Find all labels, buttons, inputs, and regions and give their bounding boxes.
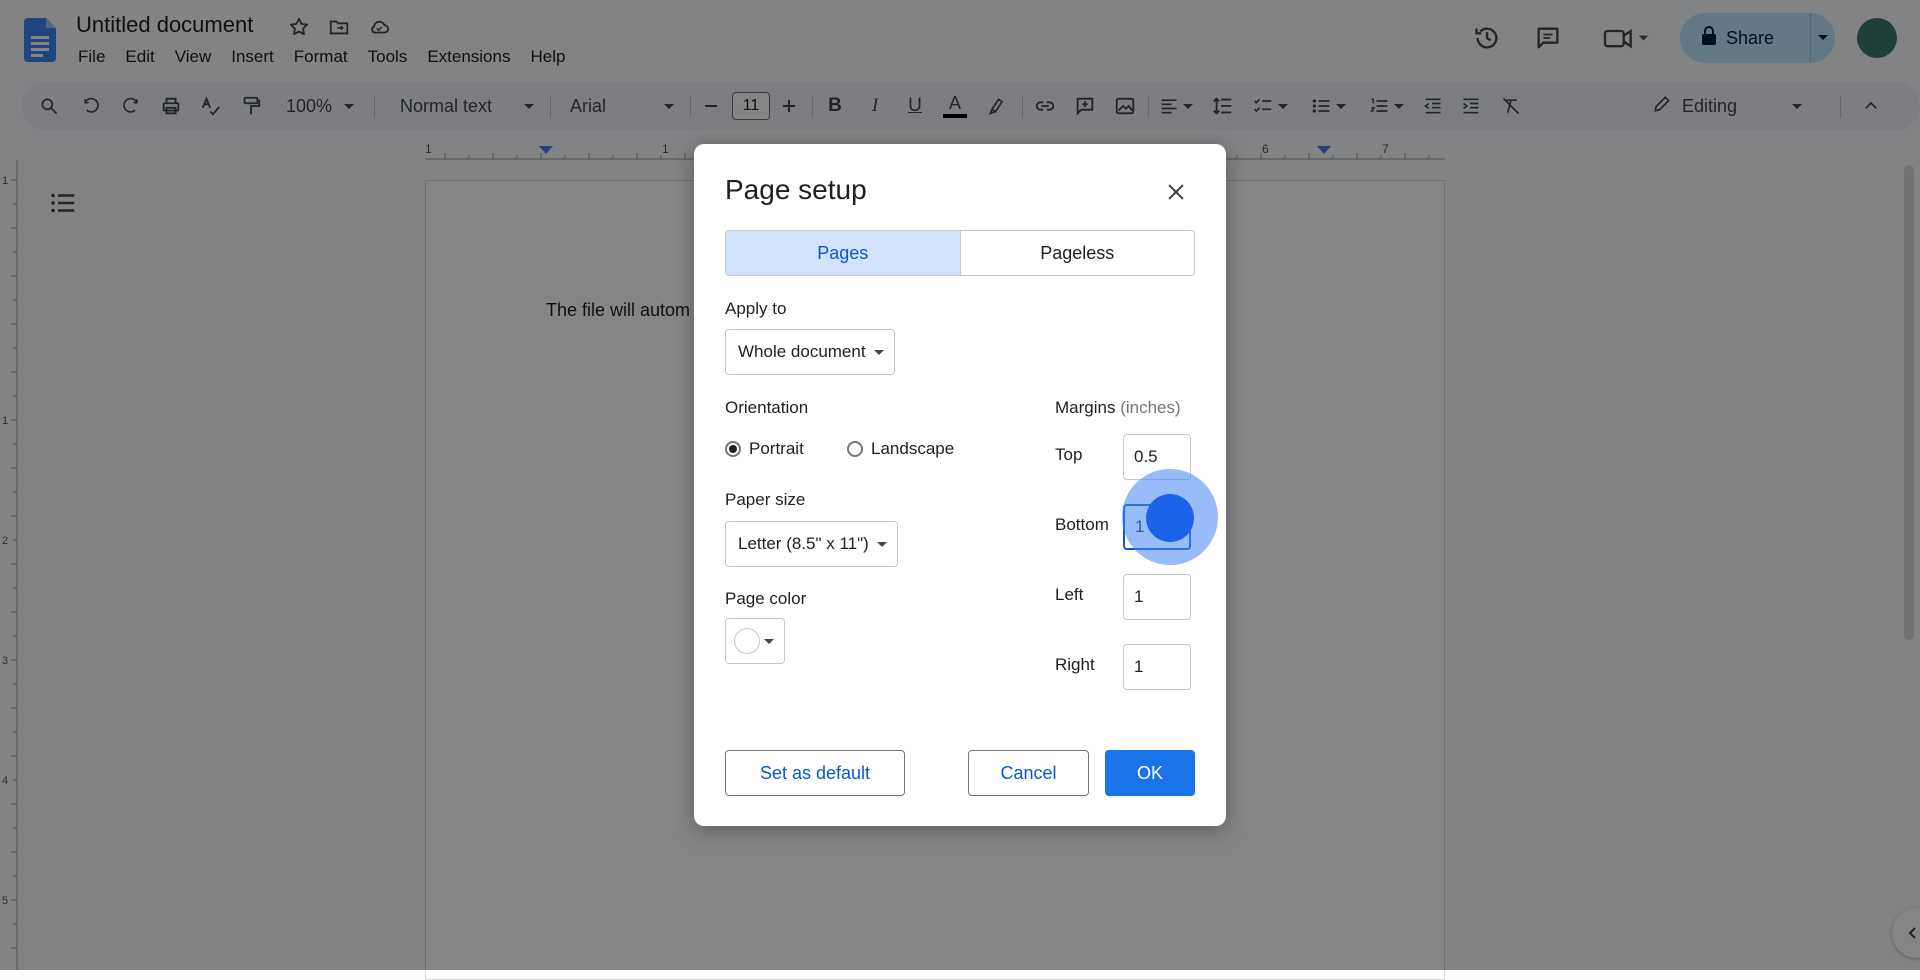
- set-as-default-button[interactable]: Set as default: [725, 750, 905, 796]
- radio-button-checked[interactable]: [725, 441, 741, 457]
- page-color-label: Page color: [725, 589, 807, 608]
- chevron-down-icon: [873, 349, 884, 355]
- layout-mode-tabs: Pages Pageless: [725, 230, 1195, 276]
- left-margin-input[interactable]: [1123, 574, 1191, 620]
- color-swatch: [734, 628, 760, 654]
- apply-to-select[interactable]: Whole document: [725, 329, 895, 375]
- paper-size-label: Paper size: [725, 490, 806, 509]
- margins-label: Margins: [1055, 398, 1116, 417]
- page-color-picker[interactable]: [725, 618, 785, 664]
- margins-heading: Margins (inches): [1055, 398, 1181, 418]
- click-indicator-dot: [1146, 494, 1194, 542]
- cancel-button[interactable]: Cancel: [968, 750, 1089, 796]
- right-margin-input[interactable]: [1123, 644, 1191, 690]
- radio-button[interactable]: [847, 441, 863, 457]
- left-margin-label: Left: [1055, 585, 1084, 604]
- dialog-title: Page setup: [725, 174, 867, 205]
- chevron-down-icon: [876, 541, 887, 547]
- tab-pageless[interactable]: Pageless: [961, 231, 1195, 275]
- margins-unit: (inches): [1120, 398, 1181, 417]
- ok-button[interactable]: OK: [1105, 750, 1195, 796]
- portrait-label: Portrait: [749, 439, 804, 458]
- apply-to-label: Apply to: [725, 299, 787, 318]
- chevron-down-icon: [764, 638, 774, 644]
- close-icon[interactable]: [1160, 176, 1192, 208]
- top-margin-label: Top: [1055, 445, 1083, 464]
- bottom-margin-label: Bottom: [1055, 515, 1109, 534]
- apply-to-value: Whole document: [738, 342, 866, 361]
- portrait-radio[interactable]: Portrait: [725, 439, 804, 459]
- tab-pages[interactable]: Pages: [726, 231, 961, 275]
- landscape-radio[interactable]: Landscape: [847, 439, 954, 459]
- orientation-label: Orientation: [725, 398, 809, 417]
- paper-size-value: Letter (8.5" x 11"): [738, 534, 869, 553]
- landscape-label: Landscape: [871, 439, 955, 458]
- right-margin-label: Right: [1055, 655, 1095, 674]
- paper-size-select[interactable]: Letter (8.5" x 11"): [725, 521, 898, 567]
